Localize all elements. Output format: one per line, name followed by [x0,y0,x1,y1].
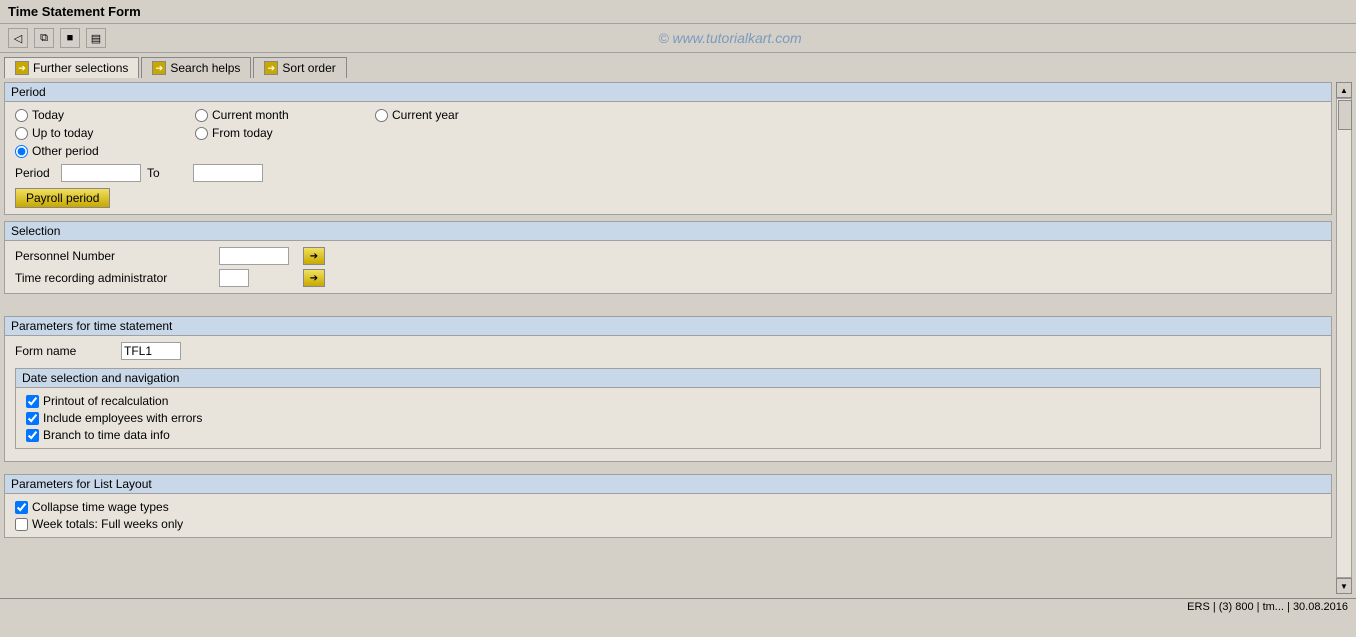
tab-further-selections-label: Further selections [33,61,128,75]
period-section: Period Today Current month Current year [4,82,1332,215]
radio-today: Today [15,108,195,122]
time-recording-admin-input[interactable] [219,269,249,287]
branch-time-data-label: Branch to time data info [43,428,170,442]
radio-current-year-label: Current year [392,108,459,122]
period-to-input[interactable] [193,164,263,182]
payroll-period-button[interactable]: Payroll period [15,188,110,208]
form-area: Period Today Current month Current year [4,82,1332,594]
week-totals-checkbox[interactable] [15,518,28,531]
personnel-number-input[interactable] [219,247,289,265]
spacer [4,300,1332,310]
radio-current-year-input[interactable] [375,109,388,122]
tab-further-selections[interactable]: ➔ Further selections [4,57,139,78]
printout-recalc-checkbox[interactable] [26,395,39,408]
form-name-row: Form name [15,342,1321,360]
collapse-time-wage-label: Collapse time wage types [32,500,169,514]
branch-time-data-row: Branch to time data info [26,428,1310,442]
radio-current-month-label: Current month [212,108,289,122]
period-radios: Today Current month Current year Up to t… [15,108,1321,158]
personnel-number-label: Personnel Number [15,249,215,263]
radio-up-to-today-input[interactable] [15,127,28,140]
week-totals-label: Week totals: Full weeks only [32,517,183,531]
include-employees-label: Include employees with errors [43,411,202,425]
collapse-time-wage-row: Collapse time wage types [15,500,1321,514]
scroll-up-btn[interactable]: ▲ [1336,82,1352,98]
tab-arrow-3: ➔ [264,61,278,75]
include-employees-row: Include employees with errors [26,411,1310,425]
radio-other-period-label: Other period [32,144,99,158]
personnel-number-select-btn[interactable]: ➔ [303,247,325,265]
scroll-down-btn[interactable]: ▼ [1336,578,1352,594]
radio-current-year: Current year [375,108,555,122]
save-icon[interactable]: ■ [60,28,80,48]
radio-up-to-today-label: Up to today [32,126,93,140]
tab-arrow-1: ➔ [15,61,29,75]
radio-up-to-today: Up to today [15,126,195,140]
radio-current-month: Current month [195,108,375,122]
page-title: Time Statement Form [8,4,141,19]
radio-other-period-input[interactable] [15,145,28,158]
period-title: Period [5,83,1331,102]
tab-search-helps-label: Search helps [170,61,240,75]
status-info: ERS | (3) 800 | tm... | 30.08.2016 [1187,601,1348,613]
radio-today-input[interactable] [15,109,28,122]
list-layout-title: Parameters for List Layout [5,475,1331,494]
status-bar: ERS | (3) 800 | tm... | 30.08.2016 [0,598,1356,615]
scroll-track[interactable] [1336,98,1352,578]
include-employees-checkbox[interactable] [26,412,39,425]
tab-bar: ➔ Further selections ➔ Search helps ➔ So… [0,53,1356,78]
title-bar: Time Statement Form [0,0,1356,24]
collapse-time-wage-checkbox[interactable] [15,501,28,514]
selection-grid: Personnel Number ➔ Time recording admini… [5,241,1331,293]
selection-title: Selection [5,222,1331,241]
list-layout-content: Collapse time wage types Week totals: Fu… [5,494,1331,537]
radio-from-today-label: From today [212,126,273,140]
period-label: Period [15,166,55,180]
list-layout-section: Parameters for List Layout Collapse time… [4,474,1332,538]
to-label: To [147,166,187,180]
printout-recalc-row: Printout of recalculation [26,394,1310,408]
tab-sort-order[interactable]: ➔ Sort order [253,57,346,78]
watermark: © www.tutorialkart.com [112,30,1348,46]
copy-icon[interactable]: ⧉ [34,28,54,48]
radio-from-today-input[interactable] [195,127,208,140]
toolbar: ◁ ⧉ ■ ▤ © www.tutorialkart.com [0,24,1356,53]
branch-time-data-checkbox[interactable] [26,429,39,442]
date-selection-box: Date selection and navigation Printout o… [15,368,1321,449]
scroll-thumb[interactable] [1338,100,1352,130]
selection-section: Selection Personnel Number ➔ Time record… [4,221,1332,294]
radio-current-month-input[interactable] [195,109,208,122]
print-icon[interactable]: ▤ [86,28,106,48]
period-content: Today Current month Current year Up to t… [5,102,1331,214]
params-time-statement-section: Parameters for time statement Form name … [4,316,1332,462]
params-time-statement-content: Form name Date selection and navigation … [5,336,1331,461]
time-recording-admin-label: Time recording administrator [15,271,215,285]
period-input-row: Period To [15,164,1321,182]
time-recording-admin-select-btn[interactable]: ➔ [303,269,325,287]
radio-today-label: Today [32,108,64,122]
radio-other-period: Other period [15,144,195,158]
params-time-statement-title: Parameters for time statement [5,317,1331,336]
form-name-label: Form name [15,344,115,358]
form-name-input[interactable] [121,342,181,360]
radio-from-today: From today [195,126,375,140]
tab-search-helps[interactable]: ➔ Search helps [141,57,251,78]
week-totals-row: Week totals: Full weeks only [15,517,1321,531]
printout-recalc-label: Printout of recalculation [43,394,168,408]
date-selection-title: Date selection and navigation [16,369,1320,388]
tab-sort-order-label: Sort order [282,61,335,75]
tab-arrow-2: ➔ [152,61,166,75]
scrollbar: ▲ ▼ [1336,82,1352,594]
period-from-input[interactable] [61,164,141,182]
date-selection-content: Printout of recalculation Include employ… [16,388,1320,448]
back-icon[interactable]: ◁ [8,28,28,48]
